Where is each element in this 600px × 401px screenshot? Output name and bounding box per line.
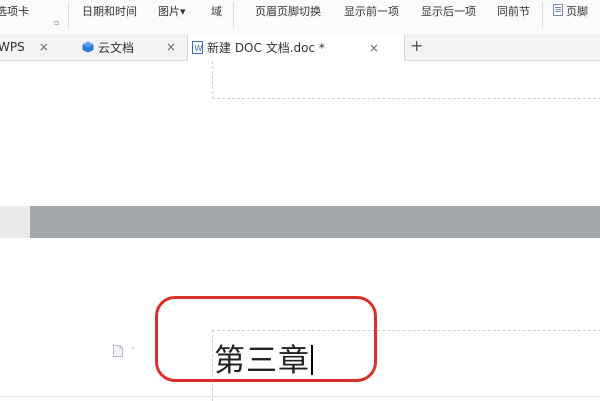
tab-wps[interactable]: WPS × — [0, 34, 78, 60]
date-time-button[interactable]: 日期和时间 — [82, 3, 137, 19]
footer-button[interactable]: 页脚 — [553, 3, 588, 19]
header-footer-switch-button[interactable]: 页眉页脚切换 — [255, 3, 321, 19]
tab-label: 云文档 — [98, 40, 135, 55]
paragraph-icon[interactable] — [112, 345, 124, 357]
close-icon[interactable]: × — [166, 40, 176, 54]
footer-icon — [553, 4, 563, 16]
page-gap — [30, 206, 600, 238]
ribbon-separator — [233, 2, 234, 28]
svg-text:W: W — [195, 44, 203, 53]
page-previous — [0, 61, 600, 206]
ribbon-separator — [542, 2, 543, 28]
footer-label: 页脚 — [566, 5, 588, 18]
picture-button[interactable]: 图片▾ — [158, 3, 186, 19]
expand-icon[interactable]: ▫ — [54, 18, 59, 27]
close-icon[interactable]: × — [369, 41, 379, 55]
tab-cloud-docs[interactable]: 云文档 × — [82, 34, 182, 60]
show-next-button[interactable]: 显示后一项 — [421, 3, 476, 19]
paragraph-marker: - — [131, 343, 135, 354]
ribbon-toolbar: 选项卡 ▫ 日期和时间 图片▾ 域 页眉页脚切换 显示前一项 显示后一项 同前节… — [0, 0, 600, 35]
tab-new-doc[interactable]: W 新建 DOC 文档.doc * × — [187, 34, 405, 61]
document-tab-bar: WPS × 云文档 × W 新建 DOC 文档.doc * × — [0, 34, 600, 61]
page-gap-left — [0, 206, 30, 238]
cloud-icon — [82, 41, 94, 53]
field-button[interactable]: 域 — [211, 3, 222, 19]
close-icon[interactable]: × — [39, 40, 49, 54]
divider — [0, 396, 600, 397]
tab-label: 新建 DOC 文档.doc * — [207, 41, 325, 55]
new-tab-button[interactable]: + — [410, 36, 423, 55]
ribbon-separator — [68, 2, 69, 28]
tab-label: WPS — [0, 40, 25, 54]
same-as-previous-button[interactable]: 同前节 — [497, 3, 530, 19]
doc-icon: W — [192, 41, 203, 54]
show-previous-button[interactable]: 显示前一项 — [344, 3, 399, 19]
highlight-annotation — [155, 296, 377, 382]
tab-options-button[interactable]: 选项卡 — [0, 3, 29, 19]
footer-area-border — [212, 61, 600, 99]
